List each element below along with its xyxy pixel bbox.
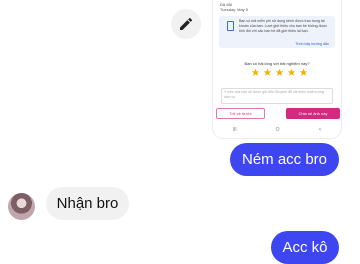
avatar[interactable] [8, 193, 35, 220]
phone-icon [227, 21, 234, 31]
message-bubble-outgoing[interactable]: Acc kô [271, 231, 339, 264]
rating-question: Bạn có hài lòng với trải nghiệm này? [244, 61, 310, 66]
pencil-icon [180, 17, 193, 30]
star-rating[interactable] [251, 68, 308, 77]
back-icon[interactable]: < [319, 127, 322, 133]
notice-text: Bạn có mã miễn phí sử dụng kênh được tra… [239, 19, 328, 33]
edit-image-button[interactable] [171, 9, 201, 39]
star-icon[interactable] [251, 68, 260, 77]
star-icon[interactable] [263, 68, 272, 77]
star-icon[interactable] [275, 68, 284, 77]
star-icon[interactable] [287, 68, 296, 77]
notice-card: Bạn có mã miễn phí sử dụng kênh được tra… [219, 16, 335, 48]
submit-button[interactable]: Chia sẻ ảnh này [286, 108, 340, 119]
comment-input[interactable]: Ý kiến của bạn sẽ được gửi đến Shopee để… [221, 88, 333, 104]
system-nav-bar: III O < [213, 124, 341, 136]
skip-button[interactable]: Trở về trước [216, 108, 265, 119]
recents-icon[interactable]: III [233, 127, 237, 133]
home-icon[interactable]: O [276, 127, 280, 133]
message-bubble-outgoing[interactable]: Ném acc bro [230, 143, 339, 176]
star-icon[interactable] [299, 68, 308, 77]
message-bubble-incoming[interactable]: Nhận bro [46, 187, 129, 220]
shared-screenshot[interactable]: Đã đặt Tuesday, May 5 Bạn có mã miễn phí… [213, 0, 341, 138]
notice-link[interactable]: Trình bày hướng dẫn [295, 42, 329, 46]
screenshot-header: Đã đặt Tuesday, May 5 [220, 2, 249, 12]
